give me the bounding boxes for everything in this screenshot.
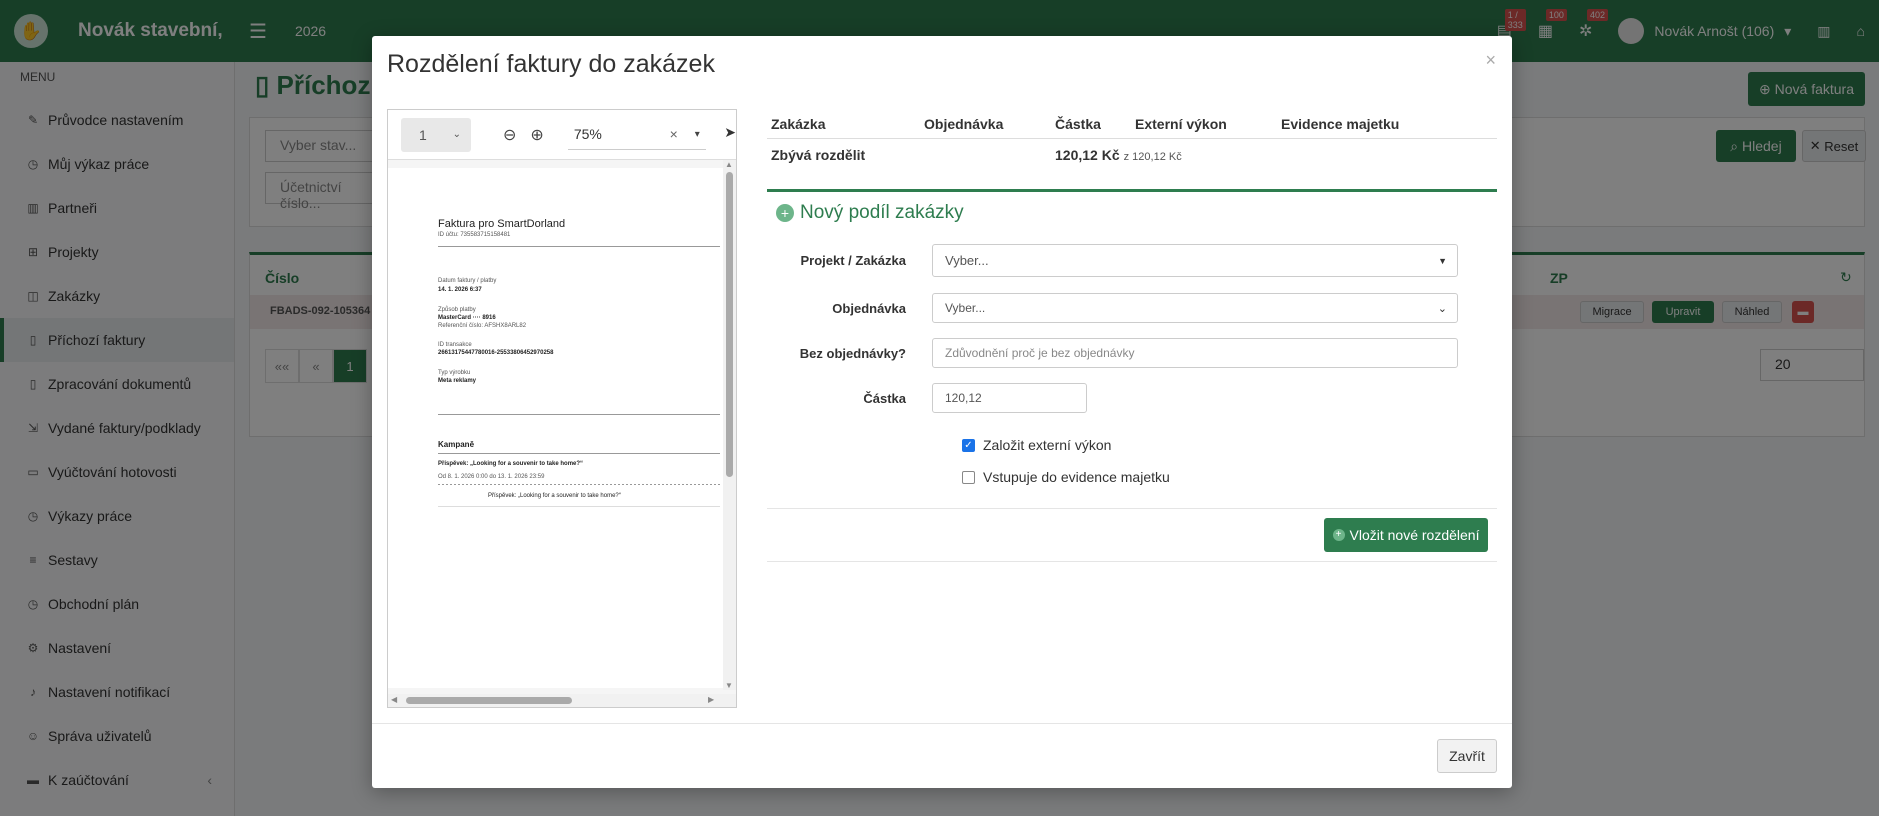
- form-divider: [767, 508, 1497, 509]
- project-row: Projekt / Zakázka Vyber... ▼: [767, 244, 1497, 277]
- scroll-down-icon[interactable]: ▼: [725, 681, 733, 690]
- no-order-placeholder: Zdůvodnění proč je bez objednávky: [945, 346, 1135, 360]
- pdf-post-repeat: Příspěvek: „Looking for a souvenir to ta…: [488, 493, 621, 499]
- modal-title: Rozdělení faktury do zakázek: [387, 50, 715, 78]
- new-share-title: + Nový podíl zakázky: [767, 192, 1497, 234]
- scroll-thumb[interactable]: [726, 172, 733, 477]
- pdf-zoom-value: 75%: [573, 126, 602, 142]
- asset-register-checkbox[interactable]: [962, 470, 975, 484]
- pdf-ref-number: Referenční číslo: AFSHX8ARL82: [438, 323, 527, 329]
- plus-circle-icon: +: [776, 204, 794, 222]
- split-invoice-modal: Rozdělení faktury do zakázek × 1 ⌄ ⊖ ⊕ 7…: [372, 36, 1512, 788]
- no-order-reason-input[interactable]: Zdůvodnění proč je bez objednávky: [932, 338, 1458, 368]
- clear-icon[interactable]: ×: [670, 126, 678, 142]
- column-header-external-work: Externí výkon: [1135, 115, 1227, 132]
- close-button[interactable]: Zavřít: [1437, 739, 1497, 773]
- column-header-asset-register: Evidence majetku: [1281, 115, 1400, 132]
- amount-input[interactable]: 120,12: [932, 383, 1087, 413]
- remaining-amount-value: 120,12 Kč: [1055, 147, 1120, 163]
- pdf-date-value: 14. 1. 2026 6:37: [438, 287, 482, 293]
- amount-row: Částka 120,12: [767, 383, 1497, 413]
- pdf-toolbar: 1 ⌄ ⊖ ⊕ 75% × ▾ ➤: [388, 110, 736, 160]
- plus-circle-icon: +: [1332, 529, 1345, 541]
- amount-value: 120,12: [945, 391, 982, 405]
- remaining-label: Zbývá rozdělit: [771, 147, 866, 163]
- scroll-up-icon[interactable]: ▲: [725, 160, 733, 169]
- pdf-date-label: Datum faktury / platby: [438, 278, 497, 284]
- pdf-page: Faktura pro SmartDorland ID účtu: 735583…: [388, 168, 725, 688]
- table-header-row: Zakázka Objednávka Částka Externí výkon …: [767, 109, 1497, 139]
- pdf-page-number: 1: [419, 126, 427, 143]
- column-header-amount: Částka: [1055, 115, 1101, 132]
- pdf-tx-label: ID transakce: [438, 342, 472, 348]
- caret-down-icon: ▼: [1438, 255, 1447, 266]
- chevron-down-icon: ⌄: [452, 129, 461, 140]
- pdf-horizontal-scrollbar[interactable]: ◀ ▶: [388, 694, 736, 707]
- asset-register-checkbox-row[interactable]: Vstupuje do evidence majetku: [962, 469, 1170, 485]
- pdf-divider: [438, 414, 720, 415]
- pdf-divider: [438, 506, 720, 507]
- form-divider: [767, 561, 1497, 562]
- project-label: Projekt / Zakázka: [800, 253, 907, 268]
- remaining-row: Zbývá rozdělit 120,12 Kč z 120,12 Kč: [767, 139, 1497, 171]
- new-share-title-text: Nový podíl zakázky: [800, 202, 964, 223]
- scroll-right-icon[interactable]: ▶: [708, 695, 714, 704]
- project-select-value: Vyber...: [945, 253, 989, 268]
- caret-down-icon[interactable]: ▾: [695, 129, 700, 140]
- mouse-cursor-icon: ➤: [724, 124, 736, 140]
- purchase-order-row: Objednávka Vyber... ⌄: [767, 293, 1497, 323]
- column-header-purchase-order: Objednávka: [924, 115, 1004, 132]
- pdf-product-value: Meta reklamy: [438, 378, 477, 384]
- scroll-left-icon[interactable]: ◀: [391, 695, 397, 704]
- pdf-zoom-field[interactable]: 75% × ▾: [567, 120, 706, 150]
- pdf-viewer: 1 ⌄ ⊖ ⊕ 75% × ▾ ➤ Faktura pro SmartDorla…: [387, 109, 737, 708]
- remaining-total: z 120,12 Kč: [1123, 151, 1182, 163]
- chevron-down-icon: ⌄: [1437, 302, 1447, 315]
- pdf-doc-title: Faktura pro SmartDorland: [438, 218, 566, 230]
- pdf-campaigns-heading: Kampaně: [438, 440, 475, 449]
- pdf-tx-value: 26613175447780016-25533806452970258: [438, 350, 554, 356]
- pdf-divider: [438, 453, 720, 454]
- external-work-checkbox-row[interactable]: ✓ Založit externí výkon: [962, 437, 1111, 453]
- pdf-page-select[interactable]: 1 ⌄: [401, 117, 471, 152]
- zoom-in-icon[interactable]: ⊕: [530, 125, 543, 145]
- purchase-order-select[interactable]: Vyber... ⌄: [932, 293, 1458, 323]
- no-order-label: Bez objednávky?: [799, 345, 906, 361]
- pdf-payment-value: MasterCard ···· 8916: [438, 315, 496, 321]
- purchase-order-value: Vyber...: [945, 301, 986, 315]
- insert-split-button[interactable]: + Vložit nové rozdělení: [1324, 518, 1488, 552]
- pdf-post: Příspěvek: „Looking for a souvenir to ta…: [438, 461, 584, 467]
- remaining-amount: 120,12 Kč z 120,12 Kč: [1055, 147, 1355, 163]
- pdf-divider: [438, 246, 720, 247]
- pdf-doc-id: ID účtu: 735583715158481: [438, 232, 511, 238]
- scroll-thumb[interactable]: [406, 697, 572, 704]
- pdf-payment-label: Způsob platby: [438, 307, 476, 313]
- new-share-panel: + Nový podíl zakázky Projekt / Zakázka V…: [767, 189, 1497, 562]
- zoom-out-icon[interactable]: ⊖: [503, 125, 516, 145]
- column-header-order: Zakázka: [771, 115, 826, 132]
- close-icon[interactable]: ×: [1485, 50, 1496, 71]
- pdf-dashed-divider: [438, 484, 720, 485]
- pdf-vertical-scrollbar[interactable]: ▲ ▼: [723, 160, 736, 690]
- pdf-product-label: Typ výrobku: [438, 370, 471, 376]
- project-select[interactable]: Vyber... ▼: [932, 244, 1458, 277]
- split-summary-table: Zakázka Objednávka Částka Externí výkon …: [767, 109, 1497, 171]
- external-work-checkbox[interactable]: ✓: [962, 438, 975, 452]
- asset-register-label: Vstupuje do evidence majetku: [983, 469, 1170, 485]
- modal-footer-divider: [372, 723, 1512, 724]
- no-order-row: Bez objednávky? Zdůvodnění proč je bez o…: [767, 338, 1497, 368]
- insert-split-label: Vložit nové rozdělení: [1349, 527, 1480, 543]
- external-work-label: Založit externí výkon: [983, 437, 1112, 453]
- amount-label: Částka: [863, 390, 906, 406]
- purchase-order-label: Objednávka: [832, 300, 906, 316]
- pdf-period: Od 8. 1. 2026 0:00 do 13. 1. 2026 23:59: [438, 474, 545, 480]
